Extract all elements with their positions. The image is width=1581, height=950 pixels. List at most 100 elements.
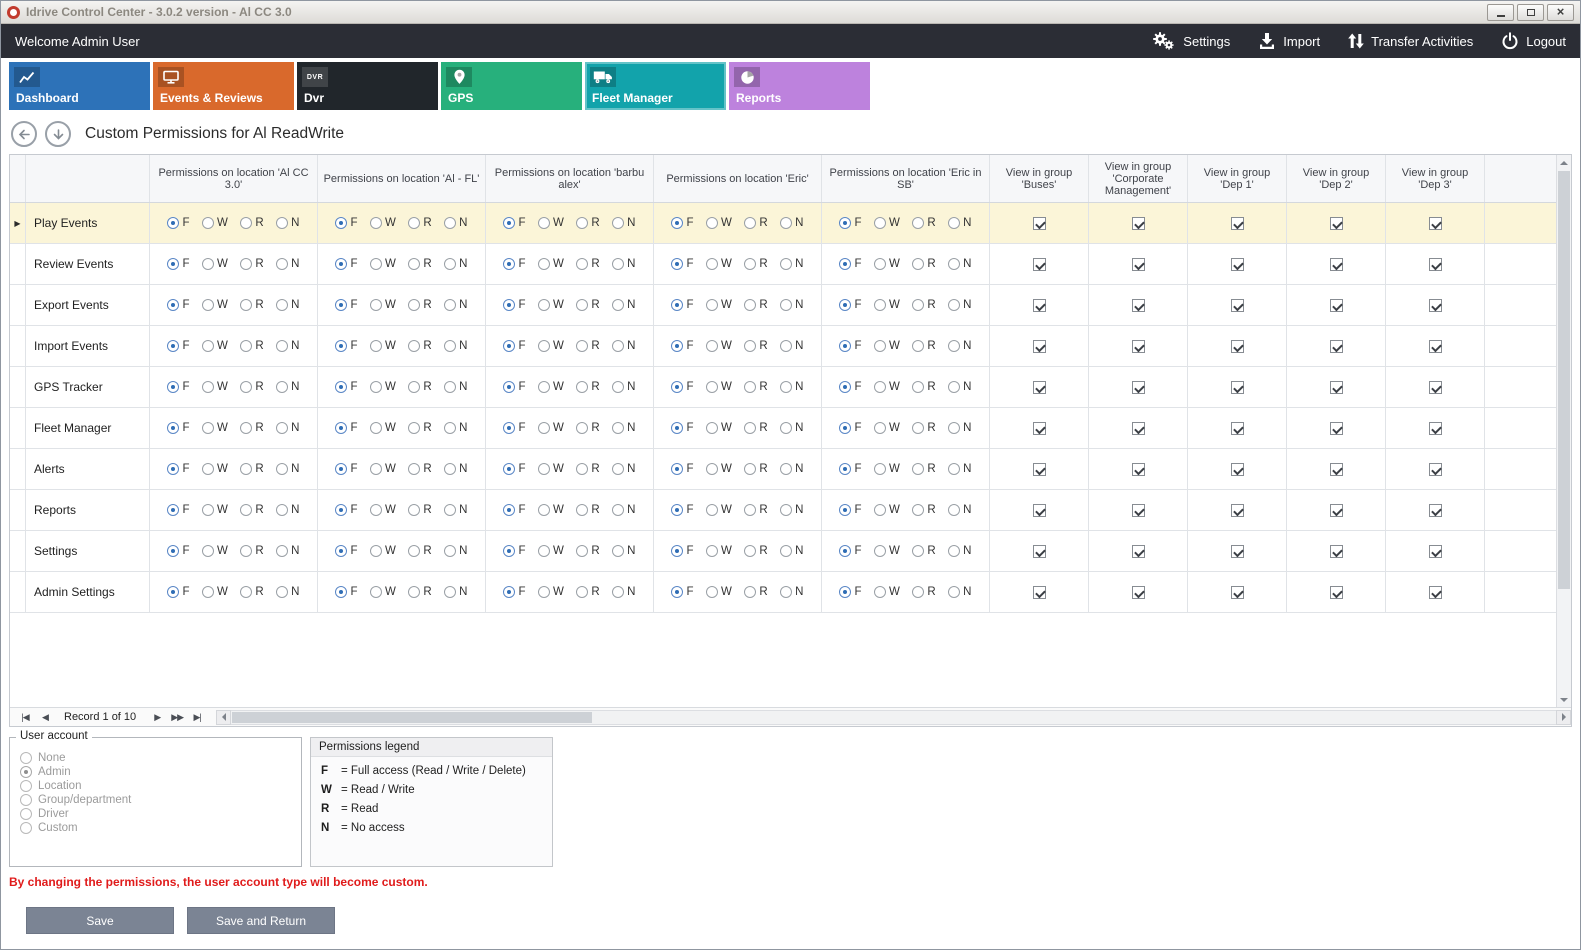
permission-radio-R[interactable]: R [912,422,935,434]
permission-radio-R[interactable]: R [408,340,431,352]
permission-radio-F[interactable]: F [671,545,693,557]
group-checkbox[interactable] [1330,422,1343,435]
permission-radio-N[interactable]: N [612,381,635,393]
permission-radio-F[interactable]: F [503,504,525,516]
permission-radio-F[interactable]: F [671,299,693,311]
permission-radio-W[interactable]: W [202,299,228,311]
close-button[interactable] [1547,4,1574,21]
permission-radio-W[interactable]: W [706,463,732,475]
permission-radio-N[interactable]: N [276,340,299,352]
group-checkbox[interactable] [1033,217,1046,230]
permission-radio-W[interactable]: W [202,340,228,352]
permission-radio-N[interactable]: N [444,586,467,598]
vertical-scrollbar-thumb[interactable] [1558,171,1570,589]
group-checkbox[interactable] [1429,504,1442,517]
group-checkbox[interactable] [1132,299,1145,312]
group-checkbox[interactable] [1231,463,1244,476]
group-checkbox[interactable] [1231,340,1244,353]
permission-radio-N[interactable]: N [276,422,299,434]
collapse-button[interactable] [45,121,71,147]
permission-radio-R[interactable]: R [240,504,263,516]
permission-radio-R[interactable]: R [744,504,767,516]
permission-radio-N[interactable]: N [948,422,971,434]
permission-radio-W[interactable]: W [370,586,396,598]
group-checkbox[interactable] [1429,422,1442,435]
permission-radio-N[interactable]: N [612,340,635,352]
permission-radio-W[interactable]: W [370,217,396,229]
nav-next-record-button[interactable] [148,712,166,723]
permission-radio-R[interactable]: R [912,299,935,311]
permission-radio-W[interactable]: W [538,217,564,229]
permission-radio-N[interactable]: N [276,504,299,516]
permission-radio-F[interactable]: F [503,299,525,311]
tab-dvr[interactable]: DVR Dvr [297,62,438,110]
permission-radio-N[interactable]: N [276,381,299,393]
permission-radio-W[interactable]: W [874,299,900,311]
permission-radio-F[interactable]: F [839,299,861,311]
permission-radio-F[interactable]: F [167,463,189,475]
permission-radio-N[interactable]: N [948,504,971,516]
permission-radio-W[interactable]: W [370,545,396,557]
vertical-scrollbar-track[interactable] [1557,170,1571,692]
permission-radio-F[interactable]: F [167,504,189,516]
permission-radio-W[interactable]: W [706,381,732,393]
group-checkbox[interactable] [1231,258,1244,271]
user-account-option[interactable]: Driver [20,808,291,820]
permission-radio-F[interactable]: F [839,422,861,434]
permission-radio-N[interactable]: N [780,340,803,352]
permission-radio-W[interactable]: W [874,586,900,598]
user-account-option[interactable]: Admin [20,766,291,778]
group-checkbox[interactable] [1231,217,1244,230]
permission-radio-R[interactable]: R [408,217,431,229]
permission-radio-N[interactable]: N [612,258,635,270]
permission-radio-W[interactable]: W [874,504,900,516]
permission-radio-R[interactable]: R [744,299,767,311]
permission-radio-F[interactable]: F [167,299,189,311]
permission-radio-R[interactable]: R [576,299,599,311]
permission-radio-R[interactable]: R [408,504,431,516]
permission-radio-R[interactable]: R [240,381,263,393]
vertical-scrollbar[interactable] [1556,155,1571,707]
permission-radio-W[interactable]: W [202,422,228,434]
group-checkbox[interactable] [1033,299,1046,312]
permission-radio-R[interactable]: R [912,217,935,229]
permission-radio-W[interactable]: W [370,258,396,270]
permission-radio-F[interactable]: F [503,463,525,475]
permission-radio-N[interactable]: N [444,504,467,516]
permission-radio-F[interactable]: F [167,586,189,598]
permission-radio-W[interactable]: W [538,463,564,475]
permission-radio-W[interactable]: W [202,463,228,475]
permission-radio-R[interactable]: R [240,422,263,434]
group-checkbox[interactable] [1429,545,1442,558]
permission-radio-W[interactable]: W [706,258,732,270]
permission-radio-N[interactable]: N [444,340,467,352]
group-checkbox[interactable] [1429,299,1442,312]
permission-radio-F[interactable]: F [503,586,525,598]
permission-radio-N[interactable]: N [948,381,971,393]
permission-radio-F[interactable]: F [503,545,525,557]
group-checkbox[interactable] [1033,340,1046,353]
group-checkbox[interactable] [1330,258,1343,271]
group-checkbox[interactable] [1132,381,1145,394]
group-checkbox[interactable] [1231,545,1244,558]
permission-radio-W[interactable]: W [874,422,900,434]
nav-prev-record-button[interactable] [36,712,54,723]
permission-radio-R[interactable]: R [408,586,431,598]
permission-radio-F[interactable]: F [839,504,861,516]
settings-button[interactable]: Settings [1150,31,1230,51]
permission-radio-F[interactable]: F [671,217,693,229]
permission-radio-N[interactable]: N [276,545,299,557]
horizontal-scrollbar-thumb[interactable] [232,712,592,723]
permission-radio-W[interactable]: W [706,422,732,434]
permission-radio-F[interactable]: F [671,463,693,475]
permission-radio-F[interactable]: F [671,504,693,516]
permission-radio-R[interactable]: R [576,381,599,393]
minimize-button[interactable] [1487,4,1514,21]
permission-radio-R[interactable]: R [576,340,599,352]
permission-radio-R[interactable]: R [912,381,935,393]
back-button[interactable] [11,121,37,147]
permission-radio-R[interactable]: R [912,340,935,352]
tab-events-reviews[interactable]: Events & Reviews [153,62,294,110]
permission-radio-F[interactable]: F [503,422,525,434]
save-button[interactable]: Save [26,907,174,934]
